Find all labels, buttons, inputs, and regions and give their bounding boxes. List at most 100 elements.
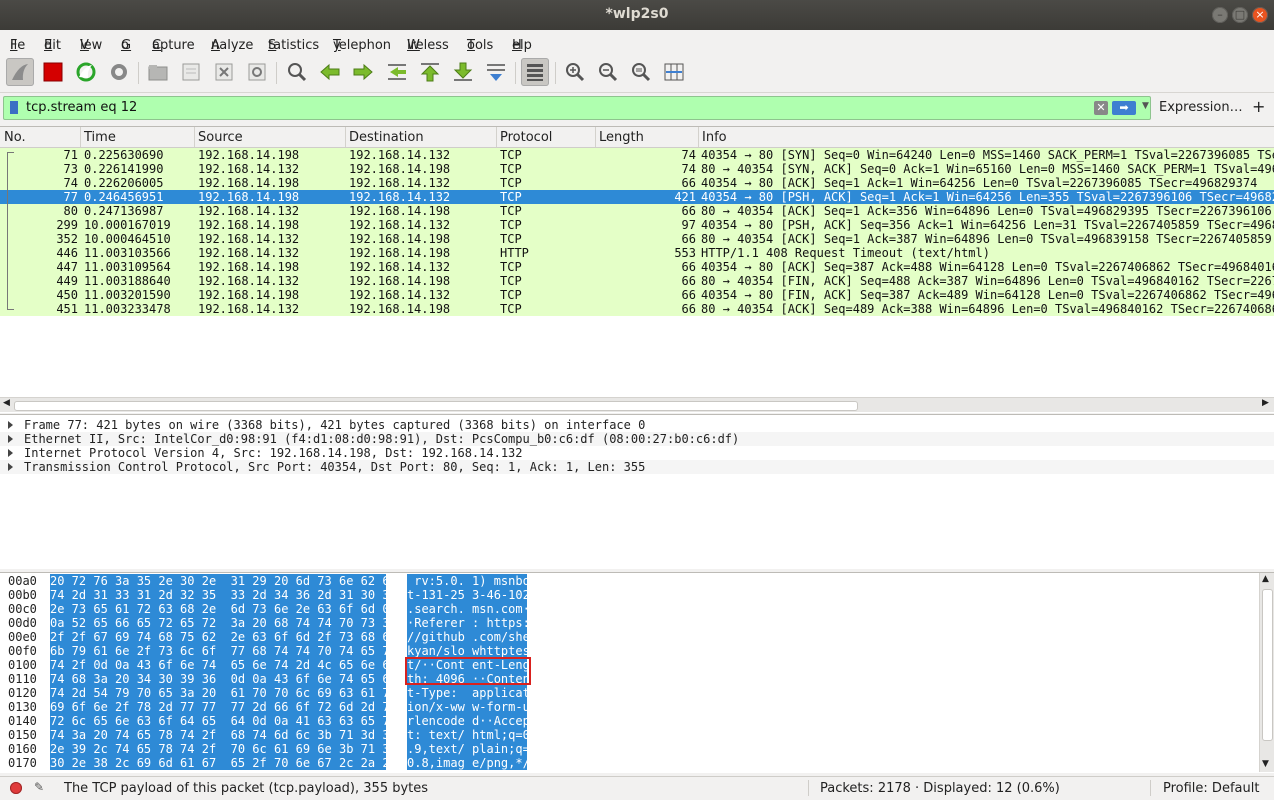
packet-row[interactable]: 77 0.246456951 192.168.14.198 192.168.14.13…	[0, 190, 1274, 204]
zoom-out-icon[interactable]	[594, 58, 622, 86]
clear-filter-icon[interactable]: ✕	[1094, 101, 1108, 115]
reload-file-icon[interactable]	[243, 58, 271, 86]
zoom-in-icon[interactable]	[561, 58, 589, 86]
byte-row[interactable]: 0150 74 3a 20 74 65 78 74 2f 68 74 6d 6c …	[0, 728, 1274, 742]
col-length-header[interactable]: Length	[599, 130, 644, 145]
detail-row-frame[interactable]: Frame 77: 421 bytes on wire (3368 bits),…	[0, 418, 1274, 432]
go-forward-icon[interactable]	[349, 58, 377, 86]
byte-off: 00f0	[8, 644, 37, 658]
go-to-packet-icon[interactable]	[383, 58, 411, 86]
packet-len: 66	[681, 232, 696, 246]
scroll-up-icon[interactable]: ▲	[1262, 574, 1269, 584]
packet-row[interactable]: 74 0.226206005 192.168.14.198 192.168.14.13…	[0, 176, 1274, 190]
packet-row[interactable]: 352 10.000464510 192.168.14.132 192.168.14.…	[0, 232, 1274, 246]
byte-row[interactable]: 00b0 74 2d 31 33 31 2d 32 35 33 2d 34 36 …	[0, 588, 1274, 602]
scroll-right-icon[interactable]: ▶	[1262, 398, 1269, 408]
byte-row[interactable]: 0130 69 6f 6e 2f 78 2d 77 77 77 2d 66 6f …	[0, 700, 1274, 714]
byte-ascii: t-Type: applicat	[407, 686, 530, 700]
close-file-icon[interactable]	[210, 58, 238, 86]
byte-row[interactable]: 0170 30 2e 38 2c 69 6d 61 67 65 2f 70 6e …	[0, 756, 1274, 770]
col-time-header[interactable]: Time	[84, 130, 116, 145]
bookmark-icon[interactable]	[10, 101, 18, 114]
capture-options-icon[interactable]	[105, 58, 133, 86]
shark-fin-start-icon[interactable]	[6, 58, 34, 86]
expand-arrow-icon[interactable]	[8, 435, 13, 443]
packet-row[interactable]: 450 11.003201590 192.168.14.198 192.168.14.…	[0, 288, 1274, 302]
minimize-button[interactable]: –	[1212, 7, 1228, 23]
col-protocol-header[interactable]: Protocol	[500, 130, 552, 145]
col-source-header[interactable]: Source	[198, 130, 243, 145]
scroll-down-icon[interactable]: ▼	[1262, 759, 1269, 769]
byte-off: 0170	[8, 756, 37, 770]
byte-ascii: //github .com/she	[407, 630, 530, 644]
vscroll-thumb[interactable]	[1262, 589, 1273, 741]
byte-hex: 74 2d 31 33 31 2d 32 35 33 2d 34 36 2d 3…	[50, 588, 397, 602]
byte-ascii: kyan/slo whttptes	[407, 644, 530, 658]
packet-len: 97	[681, 218, 696, 232]
byte-row[interactable]: 0140 72 6c 65 6e 63 6f 64 65 64 0d 0a 41 …	[0, 714, 1274, 728]
expert-info-icon[interactable]	[10, 782, 22, 794]
capture-comment-icon[interactable]: ✎	[34, 780, 44, 794]
detail-row-ip[interactable]: Internet Protocol Version 4, Src: 192.16…	[0, 446, 1274, 460]
packet-len: 66	[681, 204, 696, 218]
zoom-reset-icon[interactable]	[627, 58, 655, 86]
expand-arrow-icon[interactable]	[8, 463, 13, 471]
chevron-down-icon[interactable]: ▼	[1142, 101, 1149, 111]
detail-row-tcp[interactable]: Transmission Control Protocol, Src Port:…	[0, 460, 1274, 474]
byte-row[interactable]: 00d0 0a 52 65 66 65 72 65 72 3a 20 68 74 …	[0, 616, 1274, 630]
byte-row[interactable]: 0110 74 68 3a 20 34 30 39 36 0d 0a 43 6f …	[0, 672, 1274, 686]
byte-hex: 2f 2f 67 69 74 68 75 62 2e 63 6f 6d 2f 7…	[50, 630, 397, 644]
byte-row[interactable]: 0120 74 2d 54 79 70 65 3a 20 61 70 70 6c …	[0, 686, 1274, 700]
byte-row[interactable]: 00a0 20 72 76 3a 35 2e 30 2e 31 29 20 6d …	[0, 574, 1274, 588]
scroll-left-icon[interactable]: ◀	[3, 398, 10, 408]
go-back-icon[interactable]	[316, 58, 344, 86]
packet-row[interactable]: 80 0.247136987 192.168.14.132 192.168.14.19…	[0, 204, 1274, 218]
packet-row[interactable]: 446 11.003103566 192.168.14.132 192.168.14.…	[0, 246, 1274, 260]
byte-row[interactable]: 0100 74 2f 0d 0a 43 6f 6e 74 65 6e 74 2d …	[0, 658, 1274, 672]
go-last-icon[interactable]	[449, 58, 477, 86]
status-bar: ✎ The TCP payload of this packet (tcp.pa…	[0, 776, 1274, 800]
bytes-vscrollbar[interactable]: ▲ ▼	[1259, 573, 1274, 772]
apply-filter-icon[interactable]: ➡	[1112, 101, 1136, 115]
save-file-icon[interactable]	[177, 58, 205, 86]
packet-info: 80 → 40354 [ACK] Seq=1 Ack=387 Win=64896…	[701, 232, 1272, 246]
col-info-header[interactable]: Info	[702, 130, 727, 145]
packet-list-hscrollbar[interactable]: ◀ ▶	[0, 397, 1274, 412]
byte-row[interactable]: 00f0 6b 79 61 6e 2f 73 6c 6f 77 68 74 74 …	[0, 644, 1274, 658]
col-destination-header[interactable]: Destination	[349, 130, 424, 145]
restart-capture-icon[interactable]	[72, 58, 100, 86]
profile-text[interactable]: Profile: Default	[1163, 781, 1259, 796]
expand-arrow-icon[interactable]	[8, 421, 13, 429]
autoscroll-icon[interactable]	[482, 58, 510, 86]
display-filter-text[interactable]: tcp.stream eq 12	[26, 100, 137, 115]
main-toolbar	[0, 54, 1274, 93]
packet-row[interactable]: 299 10.000167019 192.168.14.198 192.168.14.…	[0, 218, 1274, 232]
packet-row[interactable]: 449 11.003188640 192.168.14.132 192.168.14.…	[0, 274, 1274, 288]
col-no-header[interactable]: No.	[4, 130, 26, 145]
packet-row[interactable]: 73 0.226141990 192.168.14.132 192.168.14.19…	[0, 162, 1274, 176]
colorize-icon[interactable]	[521, 58, 549, 86]
resize-columns-icon[interactable]	[660, 58, 688, 86]
open-file-icon[interactable]	[144, 58, 172, 86]
packet-row[interactable]: 71 0.225630690 192.168.14.198 192.168.14.13…	[0, 148, 1274, 162]
packet-row[interactable]: 451 11.003233478 192.168.14.132 192.168.14.…	[0, 302, 1274, 316]
stop-capture-icon[interactable]	[39, 58, 67, 86]
display-filter-input[interactable]: tcp.stream eq 12 ✕ ➡ ▼	[3, 96, 1151, 120]
packet-len: 66	[681, 260, 696, 274]
display-filter-bar: tcp.stream eq 12 ✕ ➡ ▼ Expression… +	[0, 96, 1274, 120]
add-filter-button[interactable]: +	[1252, 97, 1265, 116]
byte-off: 0150	[8, 728, 37, 742]
expand-arrow-icon[interactable]	[8, 449, 13, 457]
byte-row[interactable]: 00e0 2f 2f 67 69 74 68 75 62 2e 63 6f 6d …	[0, 630, 1274, 644]
hscroll-thumb[interactable]	[14, 401, 858, 411]
byte-row[interactable]: 0160 2e 39 2c 74 65 78 74 2f 70 6c 61 69 …	[0, 742, 1274, 756]
byte-row[interactable]: 00c0 2e 73 65 61 72 63 68 2e 6d 73 6e 2e …	[0, 602, 1274, 616]
byte-ascii: .9,text/ plain;q=	[407, 742, 530, 756]
detail-row-ethernet[interactable]: Ethernet II, Src: IntelCor_d0:98:91 (f4:…	[0, 432, 1274, 446]
maximize-button[interactable]: □	[1232, 7, 1248, 23]
go-first-icon[interactable]	[416, 58, 444, 86]
packet-row[interactable]: 447 11.003109564 192.168.14.198 192.168.14.…	[0, 260, 1274, 274]
close-button[interactable]: ×	[1252, 7, 1268, 23]
find-packet-icon[interactable]	[283, 58, 311, 86]
expression-button[interactable]: Expression…	[1159, 100, 1243, 115]
